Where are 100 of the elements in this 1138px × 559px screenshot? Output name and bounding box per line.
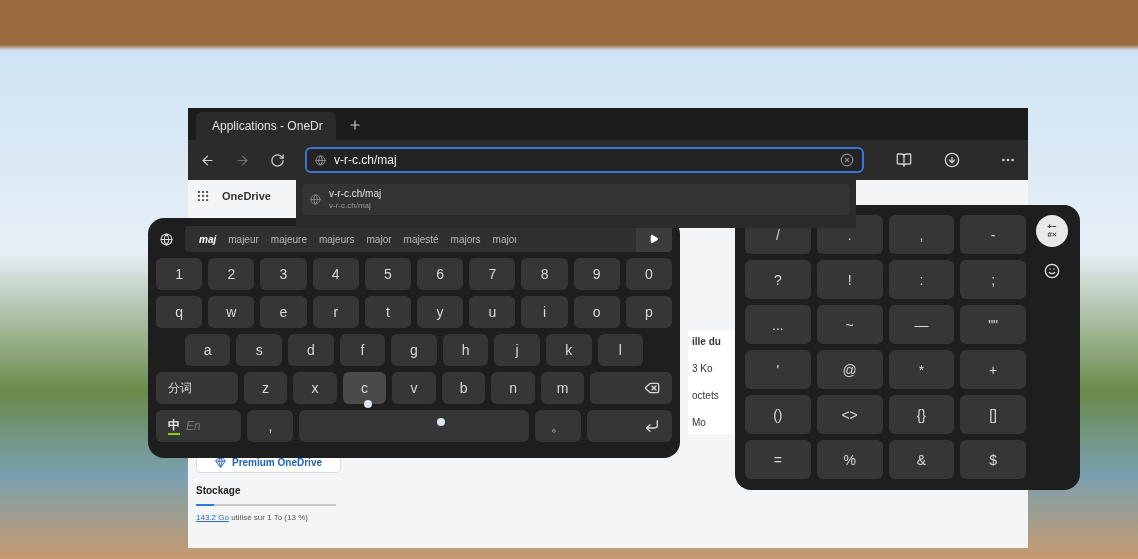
symbol-key[interactable]: & xyxy=(888,440,955,479)
backspace-icon xyxy=(644,380,660,396)
word-suggestion[interactable]: majeure xyxy=(264,231,313,247)
keyboard-key[interactable]: e xyxy=(260,296,307,328)
keyboard-key[interactable]: y xyxy=(417,296,464,328)
app-name: OneDrive xyxy=(222,189,271,204)
symbol-key[interactable]: {} xyxy=(888,395,955,434)
play-icon xyxy=(649,234,659,244)
keyboard-key[interactable]: t xyxy=(364,296,411,328)
symbol-key[interactable]: ' xyxy=(745,350,811,389)
symbol-key[interactable]: () xyxy=(745,395,811,434)
keyboard-key[interactable]: 5 xyxy=(364,258,411,290)
symbol-key[interactable]: : xyxy=(888,260,955,299)
keyboard-key[interactable]: x xyxy=(293,372,337,404)
segment-key[interactable]: 分词 xyxy=(156,372,238,404)
keyboard-key[interactable]: g xyxy=(391,334,437,366)
word-suggestion[interactable]: majesté xyxy=(397,231,445,247)
symbol-key[interactable]: @ xyxy=(816,350,883,389)
address-field[interactable]: v-r-c.ch/maj xyxy=(304,147,865,173)
browser-tab[interactable]: Applications - OneDr xyxy=(196,112,336,140)
keyboard-key[interactable]: n xyxy=(491,372,535,404)
word-suggestion[interactable]: majeurs xyxy=(312,231,361,247)
keyboard-key[interactable]: d xyxy=(288,334,334,366)
keyboard-key[interactable]: 3 xyxy=(260,258,307,290)
suggestion-url: v-r-c.ch/maj xyxy=(329,200,372,211)
back-icon[interactable] xyxy=(200,152,215,168)
clear-icon[interactable] xyxy=(840,153,855,167)
symbol-key[interactable]: ; xyxy=(960,260,1026,299)
diamond-icon xyxy=(214,456,226,468)
word-suggestion[interactable]: majeur xyxy=(222,231,265,247)
keyboard-key[interactable]: 9 xyxy=(573,258,620,290)
keyboard-key[interactable]: a xyxy=(184,334,231,366)
symbol-key[interactable]: + xyxy=(960,350,1026,389)
keyboard-key[interactable]: 7 xyxy=(469,258,516,290)
symbol-key[interactable]: ~ xyxy=(816,305,883,344)
keyboard-key[interactable]: 。 xyxy=(534,410,581,442)
symbol-key[interactable]: [] xyxy=(960,395,1026,434)
keyboard-key[interactable]: m xyxy=(540,372,585,404)
storage-used-link[interactable]: 143.2 Go xyxy=(196,513,229,522)
site-icon xyxy=(314,154,326,166)
suggestion-item[interactable]: v-r-c.ch/maj v-r-c.ch/maj xyxy=(302,184,850,215)
storage-text: 143.2 Go utilisé sur 1 To (13 %) xyxy=(196,512,309,524)
keyboard-key[interactable]: z xyxy=(243,372,288,404)
symbol-key[interactable]: ? xyxy=(745,260,811,299)
word-suggestion[interactable]: majors xyxy=(444,231,487,247)
reading-view-icon[interactable] xyxy=(896,152,912,168)
keyboard-key[interactable]: 4 xyxy=(312,258,359,290)
keyboard-key[interactable]: v xyxy=(392,372,436,404)
symbol-key[interactable]: "" xyxy=(960,305,1026,344)
enter-icon xyxy=(643,418,660,434)
keyboard-key[interactable]: q xyxy=(156,296,203,328)
keyboard-key[interactable]: p xyxy=(625,296,673,328)
symbol-key[interactable]: — xyxy=(888,305,955,344)
keyboard-key[interactable]: l xyxy=(597,334,644,366)
download-icon[interactable] xyxy=(944,152,960,168)
language-option: 中 xyxy=(168,417,180,435)
word-suggestion[interactable]: majoı xyxy=(486,231,524,247)
keyboard-key[interactable]: o xyxy=(573,296,620,328)
column-text: octets xyxy=(692,389,720,403)
new-tab-icon[interactable] xyxy=(348,118,362,132)
keyboard-key[interactable]: 2 xyxy=(208,258,255,290)
keyboard-key[interactable]: k xyxy=(545,334,592,366)
reload-icon[interactable] xyxy=(269,152,285,168)
keyboard-key[interactable]: f xyxy=(339,334,386,366)
keyboard-key[interactable]: u xyxy=(469,296,516,328)
keyboard-key[interactable]: b xyxy=(441,372,486,404)
suggestion-title: v-r-c.ch/maj xyxy=(329,188,382,201)
tab-title: Applications - OneDr xyxy=(212,118,323,134)
keyboard-key[interactable]: j xyxy=(494,334,540,366)
keyboard-key[interactable]: i xyxy=(521,296,568,328)
keyboard-key[interactable]: 8 xyxy=(521,258,568,290)
keyboard-key[interactable]: w xyxy=(208,296,255,328)
keyboard-key[interactable]: h xyxy=(442,334,489,366)
keyboard-key[interactable]: 1 xyxy=(156,258,203,290)
keyboard-key[interactable]: s xyxy=(236,334,282,366)
more-suggestions-button[interactable] xyxy=(636,226,672,252)
forward-icon[interactable] xyxy=(234,152,250,168)
symbol-key[interactable]: $ xyxy=(960,440,1026,479)
symbol-key[interactable]: = xyxy=(745,440,811,479)
keyboard-key[interactable]: 0 xyxy=(625,258,673,290)
symbol-key[interactable]: <> xyxy=(816,395,883,434)
language-option: En xyxy=(186,418,201,434)
symbol-key[interactable]: , xyxy=(888,215,955,254)
symbol-key[interactable]: ... xyxy=(745,305,811,344)
emoji-icon[interactable] xyxy=(1044,263,1060,279)
word-suggestion[interactable]: major xyxy=(360,231,398,247)
language-globe-icon[interactable] xyxy=(160,232,173,246)
keyboard-key[interactable]: r xyxy=(312,296,359,328)
column-text: 3 Ko xyxy=(692,362,714,376)
app-launcher-icon[interactable] xyxy=(196,189,210,204)
backspace-key[interactable] xyxy=(590,372,672,404)
symbol-key[interactable]: ! xyxy=(816,260,883,299)
keyboard-key[interactable]: 6 xyxy=(417,258,464,290)
keyboard-key[interactable]: , xyxy=(247,410,294,442)
word-suggestion[interactable]: maj xyxy=(193,231,223,247)
symbol-key[interactable]: * xyxy=(888,350,955,389)
language-key[interactable]: 中 En xyxy=(156,410,242,442)
symbol-mode-button[interactable]: +− #× xyxy=(1036,215,1068,247)
symbol-key[interactable]: - xyxy=(960,215,1026,254)
symbol-key[interactable]: % xyxy=(816,440,883,479)
